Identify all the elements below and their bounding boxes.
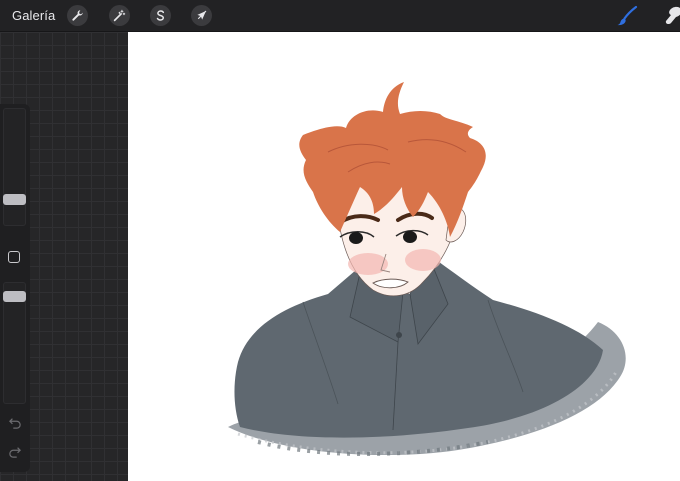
arrow-cursor-icon: [197, 10, 207, 20]
brush-size-thumb[interactable]: [3, 193, 26, 205]
smudge-icon: [665, 6, 680, 25]
selection-button[interactable]: [150, 5, 171, 26]
selection-s-icon: [156, 10, 165, 21]
smudge-tool-button[interactable]: [662, 4, 680, 28]
drawing-canvas[interactable]: [128, 32, 680, 481]
adjustments-button[interactable]: [109, 5, 130, 26]
transform-button[interactable]: [191, 5, 212, 26]
redo-icon[interactable]: [7, 446, 23, 460]
brush-size-slider[interactable]: [3, 108, 26, 226]
wrench-icon: [72, 10, 83, 21]
gallery-button[interactable]: Galería: [12, 8, 55, 23]
artwork-illustration: [228, 82, 626, 456]
undo-icon[interactable]: [7, 417, 23, 431]
opacity-thumb[interactable]: [3, 290, 26, 302]
brush-icon: [617, 5, 638, 26]
sidebar: [0, 104, 30, 472]
brush-tool-button[interactable]: [615, 4, 639, 28]
modify-button[interactable]: [8, 251, 20, 263]
magic-wand-icon: [113, 9, 126, 22]
top-toolbar: Galería: [0, 0, 680, 32]
actions-button[interactable]: [67, 5, 88, 26]
